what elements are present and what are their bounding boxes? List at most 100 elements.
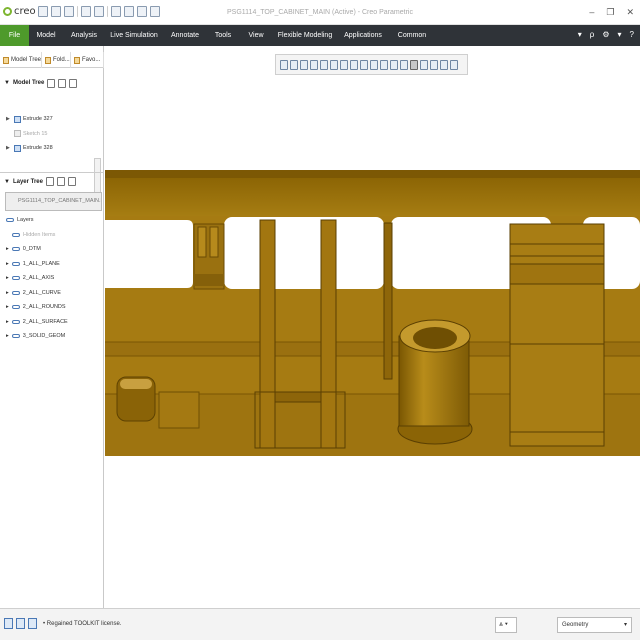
layer-model-dropdown[interactable]: PSG1114_TOP_CABINET_MAIN.PRT xyxy=(5,192,102,211)
navigator-toggle-icon[interactable] xyxy=(4,618,13,629)
reorient-icon[interactable] xyxy=(320,59,328,70)
cabinet-3d-model[interactable] xyxy=(105,164,640,494)
layer-list: Layers Hidden Items ▸ 0_DTM ▸ 1_ALL_PLAN… xyxy=(0,213,104,344)
tab-common[interactable]: Common xyxy=(393,25,431,46)
tree-item[interactable]: Sketch 15 xyxy=(0,127,104,142)
collapse-arrow-icon[interactable]: ▼ xyxy=(4,80,10,86)
layer-show-icon[interactable] xyxy=(67,177,76,186)
tab-model[interactable]: Model xyxy=(29,25,63,46)
settings-icon[interactable]: ⚙ xyxy=(602,30,609,39)
graphics-toolbar xyxy=(275,54,468,75)
window-cutout xyxy=(105,220,193,288)
tab-favorites[interactable]: Favo... xyxy=(71,52,104,68)
right-block xyxy=(509,223,605,447)
annotation-display-icon[interactable] xyxy=(390,59,398,70)
model-tree-icon xyxy=(3,56,9,64)
tab-tools[interactable]: Tools xyxy=(210,25,236,46)
expand-arrow-icon[interactable]: ▸ xyxy=(6,261,9,267)
selection-filter-icon[interactable]: ⩓ ▾ xyxy=(495,617,517,633)
zoom-in-icon[interactable] xyxy=(290,59,298,70)
layers-icon xyxy=(6,218,14,223)
fullscreen-icon[interactable] xyxy=(28,618,37,629)
tab-analysis[interactable]: Analysis xyxy=(66,25,102,46)
tab-live-simulation[interactable]: Live Simulation xyxy=(108,25,160,46)
tree-item[interactable]: ▶ Extrude 327 xyxy=(0,112,104,127)
tab-annotate[interactable]: Annotate xyxy=(167,25,203,46)
title-bar: creo PSG1114_TOP_CABINET_MAIN (Active) -… xyxy=(0,0,640,25)
layer-icon xyxy=(11,305,20,310)
layer-item[interactable]: ▸ 2_ALL_ROUNDS xyxy=(0,300,104,315)
ribbon-controls: ▾ ρ ⚙ ▾ ? xyxy=(578,30,634,39)
saved-views-icon[interactable] xyxy=(330,59,338,70)
folder-icon xyxy=(45,56,51,64)
expand-arrow-icon[interactable]: ▶ xyxy=(6,116,12,122)
layer-item[interactable]: ▸ 2_ALL_AXIS xyxy=(0,271,104,286)
expand-arrow-icon[interactable]: ▸ xyxy=(6,333,9,339)
top-rail xyxy=(105,178,640,216)
layers-root[interactable]: Layers xyxy=(0,213,104,228)
perspective-icon[interactable] xyxy=(360,59,368,70)
spin-center-icon[interactable] xyxy=(400,59,408,70)
rib-right xyxy=(320,219,337,449)
help-icon[interactable]: ? xyxy=(630,30,634,39)
creo-window: creo PSG1114_TOP_CABINET_MAIN (Active) -… xyxy=(0,0,640,640)
layer-item[interactable]: Hidden Items xyxy=(0,228,104,243)
status-bar: • Regained TOOLKIT license. ⩓ ▾ Geometry… xyxy=(0,608,640,640)
tab-view[interactable]: View xyxy=(243,25,269,46)
rib-left xyxy=(259,219,276,449)
refit-icon[interactable] xyxy=(280,59,288,70)
layer-item[interactable]: ▸ 2_ALL_SURFACE xyxy=(0,315,104,330)
maximize-button[interactable]: ❐ xyxy=(606,7,614,18)
favorites-icon xyxy=(74,56,80,64)
tab-model-tree[interactable]: Model Tree xyxy=(0,52,42,68)
tree-item[interactable]: ▶ Extrude 328 xyxy=(0,141,104,156)
expand-arrow-icon[interactable]: ▸ xyxy=(6,319,9,325)
layer-item[interactable]: ▸ 1_ALL_PLANE xyxy=(0,257,104,272)
layer-settings-icon[interactable] xyxy=(45,177,54,186)
close-button[interactable]: ✕ xyxy=(626,7,634,18)
settings-dropdown-icon[interactable]: ▾ xyxy=(618,30,622,39)
expand-arrow-icon[interactable]: ▸ xyxy=(6,275,9,281)
pause-icon[interactable] xyxy=(440,59,448,70)
minimize-button[interactable]: – xyxy=(589,7,594,18)
selection-filter-dropdown[interactable]: Geometry ▾ xyxy=(557,617,632,633)
stop-icon[interactable] xyxy=(450,59,458,70)
view-manager-icon[interactable] xyxy=(350,59,358,70)
status-message: • Regained TOOLKIT license. xyxy=(43,621,122,627)
layer-item[interactable]: ▸ 0_DTM xyxy=(0,242,104,257)
layer-item[interactable]: ▸ 2_ALL_CURVE xyxy=(0,286,104,301)
annotation-filter-icon[interactable] xyxy=(410,59,418,70)
tree-columns-icon[interactable] xyxy=(69,78,78,88)
search-icon[interactable]: ρ xyxy=(590,30,595,39)
repaint-icon[interactable] xyxy=(310,59,318,70)
collapse-arrow-icon[interactable]: ▼ xyxy=(4,179,10,185)
tab-flexible-modeling[interactable]: Flexible Modeling xyxy=(276,25,334,46)
layer-tools-icon[interactable] xyxy=(56,177,65,186)
zoom-out-icon[interactable] xyxy=(300,59,308,70)
layer-tree-label: Layer Tree xyxy=(12,178,43,185)
layer-tree-header[interactable]: ▼ Layer Tree xyxy=(0,172,104,190)
layer-item[interactable]: ▸ 3_SOLID_GEOM xyxy=(0,329,104,344)
graphics-window[interactable] xyxy=(105,46,640,608)
model-tree-header[interactable]: ▼ Model Tree xyxy=(0,74,104,92)
expand-arrow-icon[interactable]: ▸ xyxy=(6,246,9,252)
tab-folder-browser[interactable]: Fold... xyxy=(42,52,71,68)
datum-display-icon[interactable] xyxy=(380,59,388,70)
chevron-down-icon: ▾ xyxy=(623,622,627,628)
display-style-icon[interactable] xyxy=(340,59,348,70)
tree-filters-icon[interactable] xyxy=(58,78,67,88)
navigator-panel: Model Tree Fold... Favo... ▼ Model Tree … xyxy=(0,46,104,608)
expand-arrow-icon[interactable]: ▸ xyxy=(6,290,9,296)
tab-applications[interactable]: Applications xyxy=(340,25,386,46)
expand-arrow-icon[interactable]: ▸ xyxy=(6,304,9,310)
tab-file[interactable]: File xyxy=(0,25,29,46)
browser-toggle-icon[interactable] xyxy=(16,618,25,629)
window-title: PSG1114_TOP_CABINET_MAIN (Active) - Creo… xyxy=(227,9,413,16)
navigator-tabs: Model Tree Fold... Favo... xyxy=(0,52,104,68)
expand-arrow-icon[interactable]: ▶ xyxy=(6,145,12,151)
appearance-icon[interactable] xyxy=(420,59,428,70)
ribbon-collapse-icon[interactable]: ▾ xyxy=(578,30,582,39)
tree-settings-icon[interactable] xyxy=(47,78,56,88)
section-icon[interactable] xyxy=(370,59,378,70)
simulation-display-icon[interactable] xyxy=(430,59,438,70)
